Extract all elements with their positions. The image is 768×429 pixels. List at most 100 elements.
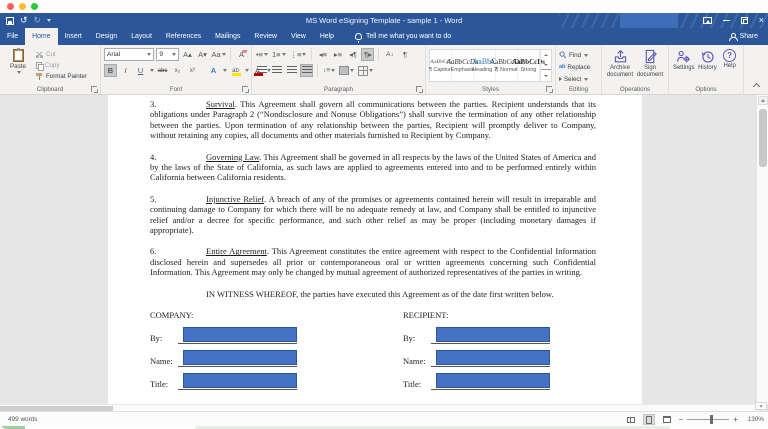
tab-help[interactable]: Help <box>313 28 341 45</box>
vertical-scroll-thumb[interactable] <box>759 109 767 167</box>
zoom-in-button[interactable]: + <box>733 415 738 424</box>
font-family-combobox[interactable]: Arial <box>104 48 154 61</box>
account-area[interactable] <box>620 13 678 28</box>
share-button[interactable]: Share <box>729 28 768 45</box>
underline-button[interactable]: U <box>134 64 147 77</box>
format-painter-button[interactable]: Format Painter <box>36 72 87 81</box>
style-emphasis[interactable]: AaBbCcDa Emphasis <box>452 50 474 81</box>
borders-button[interactable] <box>357 64 374 77</box>
tab-file[interactable]: File <box>0 28 25 45</box>
tab-view[interactable]: View <box>284 28 313 45</box>
tab-design[interactable]: Design <box>89 28 124 45</box>
scroll-up-icon[interactable] <box>758 96 768 105</box>
tab-mailings[interactable]: Mailings <box>208 28 247 45</box>
signature-field-company-name[interactable] <box>183 350 297 365</box>
print-layout-button[interactable] <box>643 414 655 425</box>
styles-dialog-launcher-icon[interactable] <box>546 86 552 92</box>
style-strong[interactable]: AaBbCcDs Strong <box>518 50 540 81</box>
align-right-button[interactable] <box>285 64 298 77</box>
web-layout-button[interactable] <box>661 414 673 425</box>
signature-field-recipient-title[interactable] <box>436 373 550 388</box>
scroll-down-icon[interactable] <box>755 402 767 410</box>
rtl-text-direction-button[interactable]: ◂¶ <box>346 48 359 61</box>
copy-button[interactable]: Copy <box>36 61 87 70</box>
grow-font-button[interactable]: A▴ <box>181 48 194 61</box>
font-family-dropdown-icon <box>147 53 151 56</box>
horizontal-scrollbar[interactable] <box>0 404 756 411</box>
decrease-indent-button[interactable]: ◂≡ <box>316 48 329 61</box>
text-effects-button[interactable]: A <box>207 64 220 77</box>
paste-button[interactable]: Paste <box>4 49 32 84</box>
ribbon-display-options-icon[interactable] <box>703 17 712 24</box>
align-left-button[interactable] <box>255 64 268 77</box>
find-button[interactable]: Find <box>559 50 598 60</box>
tell-me-box[interactable]: Tell me what you want to do <box>355 28 451 45</box>
styles-more-icon[interactable] <box>541 69 551 81</box>
zoom-slider-thumb[interactable] <box>710 415 713 424</box>
vertical-scrollbar[interactable] <box>756 95 768 404</box>
macos-close-button[interactable] <box>7 3 14 10</box>
change-case-button[interactable]: Aa <box>211 48 226 61</box>
tab-review[interactable]: Review <box>247 28 284 45</box>
subscript-button[interactable]: x₂ <box>171 64 184 77</box>
zoom-level[interactable]: 130% <box>744 416 764 423</box>
increase-indent-button[interactable]: ▸≡ <box>331 48 344 61</box>
highlight-color-button[interactable]: ab <box>229 64 242 77</box>
word-count[interactable]: 499 words <box>8 412 38 427</box>
paragraph-dialog-launcher-icon[interactable] <box>416 86 422 92</box>
history-button[interactable]: History <box>696 48 720 82</box>
paragraph-number: 3. <box>150 99 206 109</box>
bold-button[interactable]: B <box>104 64 117 77</box>
signature-row: Title: <box>403 371 550 390</box>
strikethrough-button[interactable]: abc <box>156 64 169 77</box>
settings-button[interactable]: Settings <box>672 48 696 82</box>
signature-field-recipient-name[interactable] <box>436 350 550 365</box>
sort-button[interactable]: A↓ <box>383 48 396 61</box>
shading-button[interactable] <box>338 64 355 77</box>
align-center-button[interactable] <box>270 64 283 77</box>
numbering-dropdown-icon <box>282 53 286 56</box>
minimize-icon[interactable] <box>723 20 730 21</box>
superscript-button[interactable]: x² <box>186 64 199 77</box>
ltr-text-direction-button[interactable]: ¶▸ <box>361 48 374 61</box>
collapse-ribbon-icon[interactable] <box>753 83 760 90</box>
signature-field-company-by[interactable] <box>183 327 297 342</box>
italic-button[interactable]: I <box>119 64 132 77</box>
copy-icon <box>36 62 42 69</box>
restore-icon[interactable] <box>741 17 748 24</box>
styles-scroll-down-icon[interactable] <box>541 60 551 70</box>
zoom-out-button[interactable]: − <box>679 415 684 424</box>
sign-document-button[interactable]: Sign document <box>635 48 665 82</box>
styles-scroll-up-icon[interactable] <box>541 50 551 60</box>
font-dialog-launcher-icon[interactable] <box>242 86 248 92</box>
zoom-slider[interactable] <box>687 419 729 420</box>
help-button[interactable]: ? Help <box>719 48 740 82</box>
clipboard-dialog-launcher-icon[interactable] <box>91 86 97 92</box>
styles-gallery-scroll <box>540 50 551 81</box>
tab-layout[interactable]: Layout <box>124 28 159 45</box>
macos-minimize-button[interactable] <box>19 3 26 10</box>
show-paragraph-marks-button[interactable]: ¶ <box>398 48 411 61</box>
tab-home[interactable]: Home <box>25 28 57 45</box>
read-mode-button[interactable] <box>625 414 637 425</box>
shrink-font-button[interactable]: A▾ <box>196 48 209 61</box>
signature-field-company-title[interactable] <box>183 373 297 388</box>
bullets-button[interactable]: •≡ <box>255 48 269 61</box>
document-page[interactable]: 3.Survival. This Agreement shall govern … <box>108 95 642 411</box>
cut-button[interactable]: Cut <box>36 50 87 59</box>
line-spacing-button[interactable]: ↕≡ <box>322 64 336 77</box>
clear-formatting-button[interactable]: A <box>235 48 248 61</box>
numbering-button[interactable]: 1≡ <box>271 48 287 61</box>
font-size-combobox[interactable]: 9 <box>156 48 179 61</box>
justify-button[interactable] <box>300 64 313 77</box>
macos-zoom-button[interactable] <box>31 3 38 10</box>
replace-button[interactable]: ab Replace <box>559 62 598 72</box>
sign-document-icon <box>643 49 658 64</box>
select-button[interactable]: Select <box>559 74 598 84</box>
archive-document-button[interactable]: Archive document <box>605 48 635 82</box>
tab-references[interactable]: References <box>159 28 208 45</box>
multilevel-list-button[interactable]: ⋮≡ <box>289 48 308 61</box>
tab-insert[interactable]: Insert <box>58 28 89 45</box>
signature-field-recipient-by[interactable] <box>436 327 550 342</box>
close-icon[interactable]: × <box>759 16 764 25</box>
